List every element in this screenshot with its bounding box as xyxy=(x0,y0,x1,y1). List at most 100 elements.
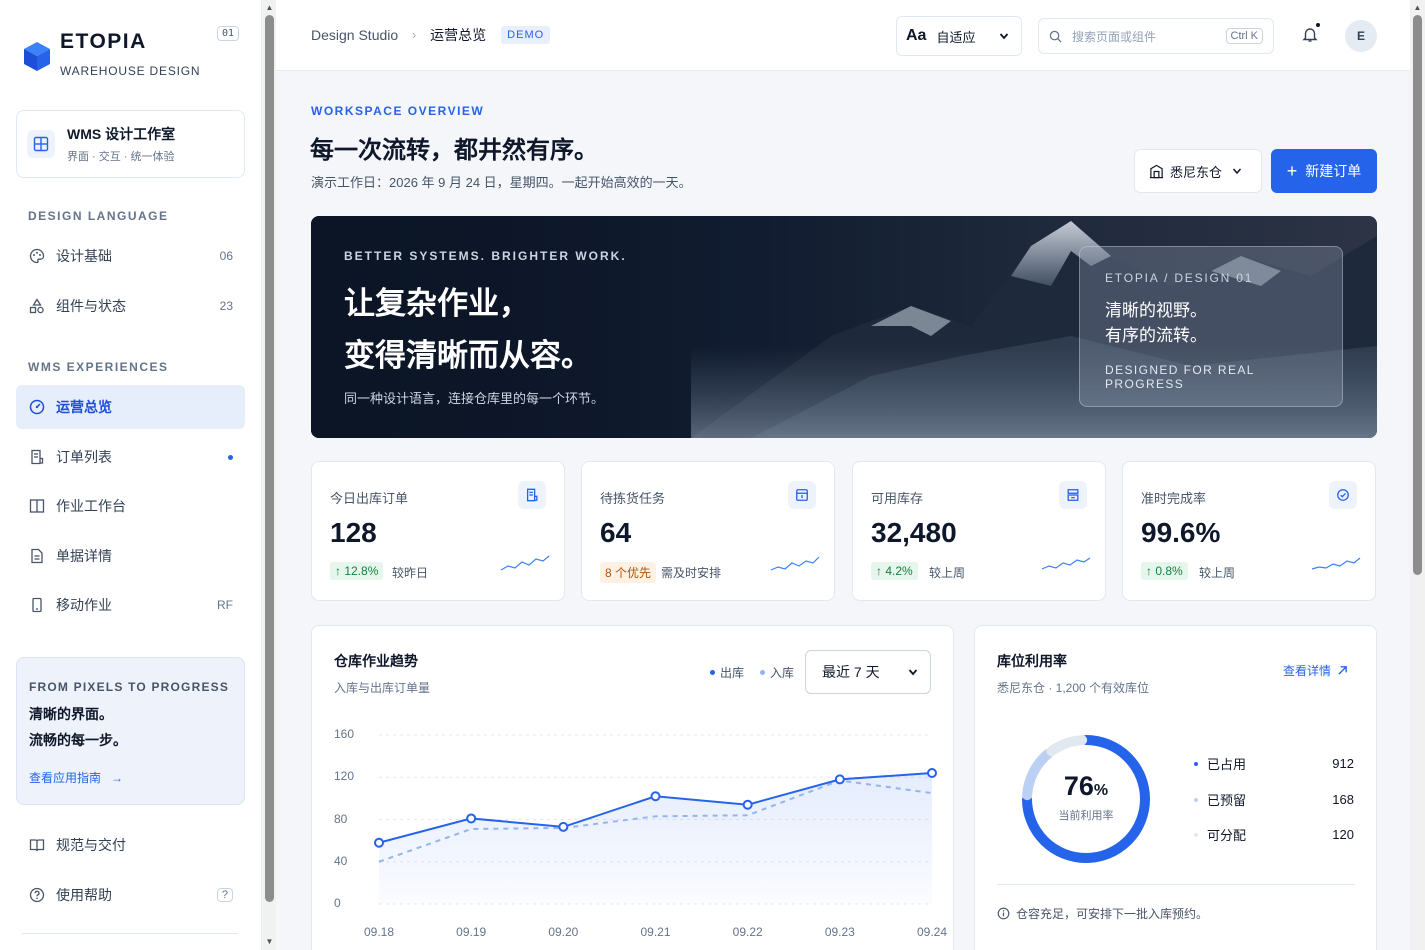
info-icon xyxy=(997,907,1010,920)
capacity-note-text: 仓容充足，可安排下一批入库预约。 xyxy=(1016,907,1209,921)
gauge-icon xyxy=(28,398,46,416)
section-label-design-language: DESIGN LANGUAGE xyxy=(28,209,169,223)
kpi-value: 99.6% xyxy=(1141,517,1221,548)
avatar[interactable]: E xyxy=(1345,20,1377,52)
divider xyxy=(22,933,238,934)
x-tick-label: 09.24 xyxy=(916,925,948,939)
brand[interactable]: ETOPIA WAREHOUSE DESIGN xyxy=(22,30,200,78)
font-icon: Aa xyxy=(906,27,927,44)
util-row-label: 可分配 xyxy=(1207,828,1247,843)
hero-subtitle: 同一种设计语言，连接仓库里的每一个环节。 xyxy=(344,391,605,406)
kpi-value: 128 xyxy=(330,517,377,548)
kpi-label: 可用库存 xyxy=(871,491,924,506)
sidebar-item-label: 设计基础 xyxy=(56,248,112,264)
mobile-icon xyxy=(28,596,46,614)
trend-panel: 仓库作业趋势 入库与出库订单量 出库 入库 最近 7 天 160 120 80 40 0… xyxy=(311,625,954,950)
warehouse-select-value: 悉尼东仓 xyxy=(1170,164,1223,180)
scroll-down-icon[interactable]: ▼ xyxy=(263,937,276,947)
sidebar-item-workbench[interactable]: 作业工作台 xyxy=(16,484,245,528)
section-label-wms: WMS EXPERIENCES xyxy=(28,360,169,374)
kpi-note: 较上周 xyxy=(929,566,966,580)
glass-line: 有序的流转。 xyxy=(1105,326,1207,345)
hero-banner: BETTER SYSTEMS. BRIGHTER WORK. 让复杂作业， 变得… xyxy=(311,216,1377,438)
font-size-select[interactable]: Aa 自适应 xyxy=(896,16,1022,56)
search-input[interactable]: 搜索页面或组件 Ctrl K xyxy=(1038,18,1274,54)
kpi-label: 准时完成率 xyxy=(1141,491,1207,506)
range-select-value: 最近 7 天 xyxy=(822,664,880,680)
external-arrow-icon xyxy=(1337,665,1348,676)
panel-title: 仓库作业趋势 xyxy=(334,653,418,669)
promo-line: 流畅的每一步。 xyxy=(29,732,127,748)
utilization-value: 76% xyxy=(1022,771,1150,802)
font-select-value: 自适应 xyxy=(936,29,976,45)
sparkline xyxy=(1041,557,1091,570)
receipt-icon xyxy=(518,481,546,509)
sidebar-item-overview[interactable]: 运营总览 xyxy=(16,385,245,429)
breadcrumb-root[interactable]: Design Studio xyxy=(311,27,398,43)
search-icon xyxy=(1049,30,1062,43)
promo-kicker: FROM PIXELS TO PROGRESS xyxy=(29,680,230,694)
data-point-outbound xyxy=(558,821,569,832)
breadcrumb-current: 运营总览 xyxy=(430,27,487,43)
kpi-note: 较上周 xyxy=(1199,566,1236,580)
data-point-outbound xyxy=(927,768,937,779)
kpi-card-picking[interactable]: 待拣货任务 64 8 个优先 需及时安排 xyxy=(581,461,835,601)
scrollbar-thumb[interactable] xyxy=(265,15,274,902)
sidebar-item-label: 作业工作台 xyxy=(56,498,126,514)
scroll-up-icon[interactable]: ▲ xyxy=(1410,3,1425,13)
utilization-number: 76 xyxy=(1063,771,1094,801)
data-point-outbound xyxy=(466,813,477,824)
sidebar-scrollbar[interactable]: ▲ ▼ xyxy=(263,0,276,950)
grid-icon xyxy=(27,130,55,158)
chevron-down-icon xyxy=(1232,164,1242,179)
sidebar-item-document-detail[interactable]: 单据详情 xyxy=(16,534,245,578)
search-placeholder: 搜索页面或组件 xyxy=(1072,29,1157,44)
page-scrollbar[interactable]: ▲ xyxy=(1410,0,1425,950)
legend-outbound: 出库 xyxy=(710,664,744,681)
bell-icon[interactable] xyxy=(1298,22,1322,46)
scroll-up-icon[interactable]: ▲ xyxy=(263,3,276,13)
y-tick-label: 160 xyxy=(334,727,355,741)
util-row-available: 可分配 120 xyxy=(1194,825,1354,844)
x-tick-label: 09.18 xyxy=(363,925,395,939)
data-point-outbound xyxy=(374,837,384,848)
kpi-card-outbound[interactable]: 今日出库订单 128 ↑ 12.8% 较昨日 xyxy=(311,461,565,601)
document-icon xyxy=(28,547,46,565)
columns-icon xyxy=(28,497,46,515)
sidebar-item-mobile[interactable]: 移动作业 RF xyxy=(16,583,245,627)
kpi-card-inventory[interactable]: 可用库存 32,480 ↑ 4.2% 较上周 xyxy=(852,461,1106,601)
breadcrumb: Design Studio › 运营总览 DEMO xyxy=(311,25,551,45)
kpi-card-on-time[interactable]: 准时完成率 99.6% ↑ 0.8% 较上周 xyxy=(1122,461,1376,601)
x-tick-label: 09.20 xyxy=(548,925,579,939)
section-kicker: WORKSPACE OVERVIEW xyxy=(311,104,485,118)
sidebar-item-design-basics[interactable]: 设计基础 06 xyxy=(16,234,245,278)
sidebar-item-orders[interactable]: 订单列表 xyxy=(16,435,245,479)
sidebar-item-help[interactable]: 使用帮助 ? xyxy=(16,873,245,917)
guide-link[interactable]: 查看应用指南 → xyxy=(29,769,232,786)
check-circle-icon xyxy=(1329,481,1357,509)
top-header: Design Studio › 运营总览 DEMO Aa 自适应 搜索页面或组件… xyxy=(276,0,1410,71)
divider xyxy=(997,884,1355,885)
panel-title: 库位利用率 xyxy=(997,653,1067,669)
new-order-button[interactable]: + 新建订单 xyxy=(1271,149,1377,193)
kpi-label: 今日出库订单 xyxy=(330,491,409,506)
version-badge: 01 xyxy=(217,26,240,41)
view-details-link[interactable]: 查看详情 xyxy=(1283,662,1348,679)
util-row-occupied: 已占用 912 xyxy=(1194,754,1354,773)
warehouse-select[interactable]: 悉尼东仓 xyxy=(1134,149,1262,193)
legend-dot xyxy=(710,670,715,675)
workspace-card[interactable]: WMS 设计工作室 界面 · 交互 · 统一体验 xyxy=(16,110,245,178)
sidebar-item-components[interactable]: 组件与状态 23 xyxy=(16,284,245,328)
book-icon xyxy=(28,836,46,854)
scrollbar-thumb[interactable] xyxy=(1413,15,1422,575)
x-tick-label: 09.22 xyxy=(732,925,763,939)
donut-center: 76% 当前利用率 xyxy=(1022,771,1150,823)
sidebar-item-label: 组件与状态 xyxy=(56,298,126,314)
utilization-panel: 库位利用率 悉尼东仓 · 1,200 个有效库位 查看详情 76% 当前利用率 … xyxy=(974,625,1377,950)
util-row-reserved: 已预留 168 xyxy=(1194,790,1354,809)
guide-link-label: 查看应用指南 xyxy=(29,771,102,785)
workspace-subtitle: 界面 · 交互 · 统一体验 xyxy=(67,151,175,163)
range-select[interactable]: 最近 7 天 xyxy=(805,650,931,694)
kpi-change-badge: ↑ 0.8% xyxy=(1141,562,1188,580)
sidebar-item-specs[interactable]: 规范与交付 xyxy=(16,823,245,867)
